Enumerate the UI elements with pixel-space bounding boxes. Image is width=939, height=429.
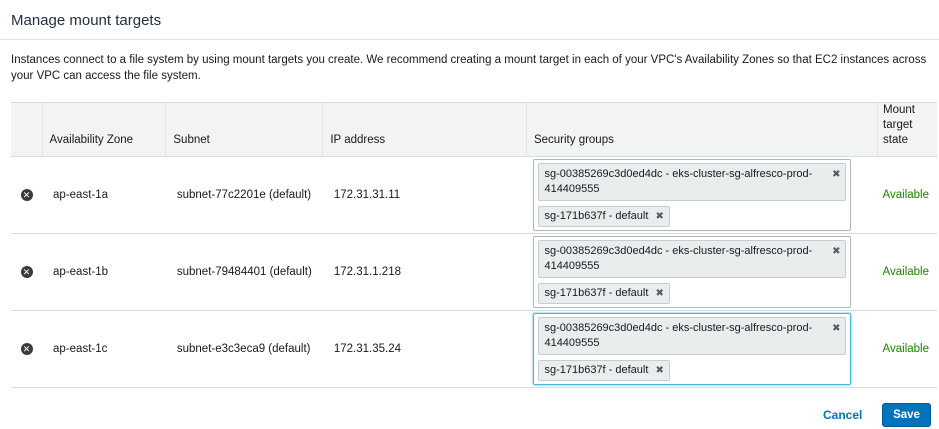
table-row: ✕ ap-east-1a subnet-77c2201e (default) 1… (11, 156, 937, 234)
security-group-chip-label: sg-00385269c3d0ed4dc - eks-cluster-sg-al… (544, 322, 813, 349)
security-group-chip: sg-171b637f - default ✖ (538, 206, 670, 227)
ip-address-input[interactable]: 172.31.35.24 (322, 310, 527, 388)
column-header-subnet: Subnet (165, 102, 323, 157)
ip-address-input[interactable]: 172.31.1.218 (322, 233, 527, 311)
close-icon[interactable]: ✖ (655, 365, 663, 376)
security-group-chip: sg-00385269c3d0ed4dc - eks-cluster-sg-al… (538, 317, 847, 355)
ip-address-input[interactable]: 172.31.31.11 (322, 156, 527, 234)
close-icon[interactable]: ✖ (655, 288, 663, 299)
security-group-chip: sg-00385269c3d0ed4dc - eks-cluster-sg-al… (538, 240, 847, 278)
close-icon[interactable]: ✖ (832, 244, 840, 259)
column-header-ip-address: IP address (322, 102, 527, 157)
availability-zone-cell: ap-east-1a (42, 156, 166, 234)
remove-cell: ✕ (11, 156, 43, 234)
close-icon[interactable]: ✖ (832, 167, 840, 182)
column-header-availability-zone: Availability Zone (41, 102, 166, 157)
close-icon[interactable]: ✖ (832, 321, 840, 336)
availability-zone-cell: ap-east-1c (42, 310, 166, 388)
status-badge: Available (877, 233, 937, 311)
status-badge: Available (877, 310, 937, 388)
security-groups-select[interactable]: sg-00385269c3d0ed4dc - eks-cluster-sg-al… (533, 159, 852, 231)
subnet-cell: subnet-e3c3eca9 (default) (165, 310, 323, 388)
remove-circle-icon[interactable]: ✕ (20, 189, 33, 201)
subnet-cell: subnet-77c2201e (default) (165, 156, 323, 234)
description-text: Instances connect to a file system by us… (11, 54, 927, 82)
security-group-chip: sg-171b637f - default ✖ (538, 360, 670, 381)
remove-cell: ✕ (11, 233, 43, 311)
security-groups-select[interactable]: sg-00385269c3d0ed4dc - eks-cluster-sg-al… (533, 236, 852, 308)
remove-cell: ✕ (11, 310, 43, 388)
security-group-chip-label: sg-171b637f - default (544, 287, 649, 299)
mount-targets-table: Availability Zone Subnet IP address Secu… (11, 102, 937, 388)
security-groups-cell: sg-00385269c3d0ed4dc - eks-cluster-sg-al… (526, 156, 878, 234)
table-header-row: Availability Zone Subnet IP address Secu… (11, 102, 937, 157)
status-badge: Available (877, 156, 937, 234)
column-header-remove (11, 102, 43, 157)
table-row: ✕ ap-east-1c subnet-e3c3eca9 (default) 1… (11, 310, 937, 388)
cancel-button[interactable]: Cancel (823, 408, 862, 422)
security-groups-cell: sg-00385269c3d0ed4dc - eks-cluster-sg-al… (526, 233, 878, 311)
security-group-chip: sg-00385269c3d0ed4dc - eks-cluster-sg-al… (538, 163, 847, 201)
subnet-cell: subnet-79484401 (default) (165, 233, 323, 311)
security-group-chip: sg-171b637f - default ✖ (538, 283, 670, 304)
column-header-security-groups: Security groups (525, 102, 878, 157)
table-row: ✕ ap-east-1b subnet-79484401 (default) 1… (11, 233, 937, 311)
security-group-chip-label: sg-00385269c3d0ed4dc - eks-cluster-sg-al… (544, 245, 813, 272)
remove-circle-icon[interactable]: ✕ (20, 343, 33, 355)
security-group-chip-label: sg-00385269c3d0ed4dc - eks-cluster-sg-al… (544, 168, 813, 195)
close-icon[interactable]: ✖ (655, 211, 663, 222)
column-header-state: Mount target state (877, 102, 937, 157)
availability-zone-cell: ap-east-1b (42, 233, 166, 311)
security-group-chip-label: sg-171b637f - default (544, 210, 649, 222)
security-groups-select[interactable]: sg-00385269c3d0ed4dc - eks-cluster-sg-al… (533, 313, 852, 385)
security-group-chip-label: sg-171b637f - default (544, 364, 649, 376)
security-groups-cell: sg-00385269c3d0ed4dc - eks-cluster-sg-al… (526, 310, 878, 388)
remove-circle-icon[interactable]: ✕ (20, 266, 33, 278)
save-button[interactable]: Save (882, 403, 931, 427)
title-divider (0, 39, 939, 40)
page-title: Manage mount targets (11, 12, 162, 29)
